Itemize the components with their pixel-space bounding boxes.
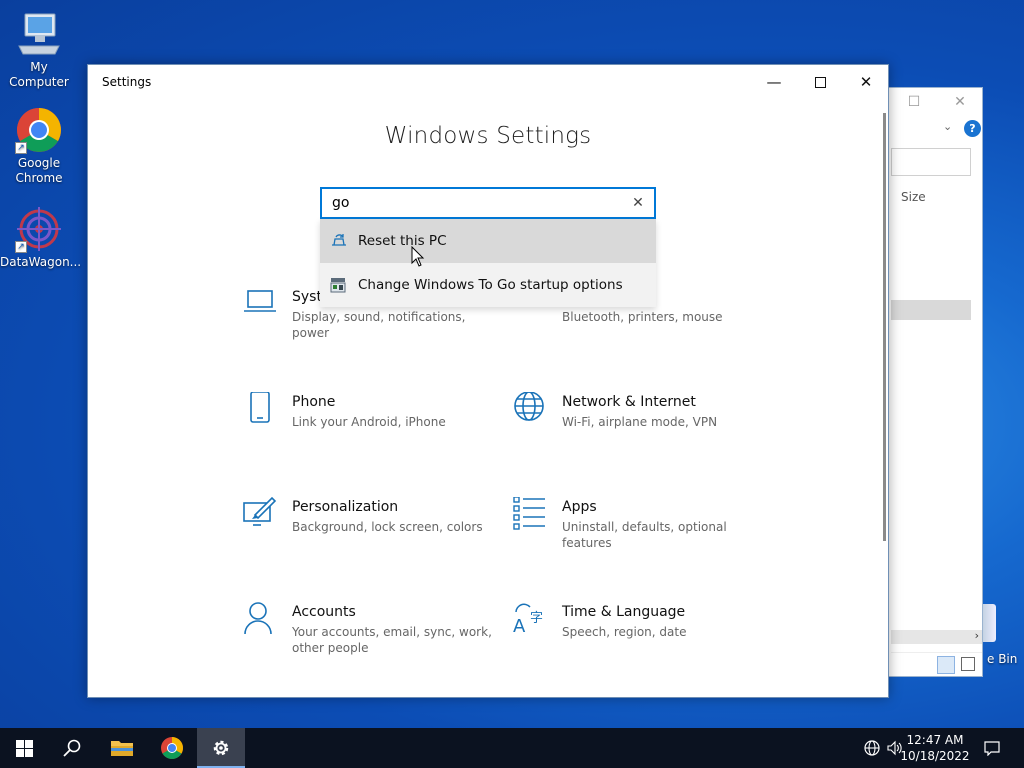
- apps-list-icon: [513, 497, 545, 530]
- category-title: Time & Language: [562, 604, 686, 620]
- desktop-icon-label: My Computer: [9, 60, 69, 89]
- chrome-icon: ↗: [15, 106, 63, 154]
- maximize-icon: [814, 77, 826, 88]
- category-title: Network & Internet: [562, 394, 696, 410]
- horizontal-scrollbar[interactable]: ›: [891, 629, 982, 644]
- mouse-cursor-icon: [411, 246, 425, 267]
- maximize-button[interactable]: [797, 65, 843, 99]
- windows-logo-icon: [15, 739, 33, 757]
- taskbar-file-explorer[interactable]: [98, 728, 146, 768]
- search-icon: [63, 739, 81, 757]
- computer-icon: [15, 10, 63, 58]
- datawagon-icon: ↗: [15, 205, 63, 253]
- person-icon: [244, 602, 272, 635]
- category-title: Apps: [562, 499, 597, 515]
- desktop-icon-google-chrome[interactable]: ↗ Google Chrome: [0, 106, 78, 186]
- suggestion-reset-this-pc[interactable]: Reset this PC: [320, 219, 656, 263]
- suggestion-label: Change Windows To Go startup options: [358, 277, 623, 293]
- gear-icon: [213, 740, 229, 756]
- help-icon[interactable]: ?: [964, 120, 981, 137]
- tray-notifications[interactable]: [978, 728, 1006, 768]
- desktop-icon-my-computer[interactable]: My Computer: [0, 10, 78, 90]
- minimize-button[interactable]: —: [751, 65, 797, 99]
- settings-titlebar[interactable]: Settings — ✕: [88, 65, 888, 99]
- recycle-bin-label: e Bin: [987, 652, 1018, 666]
- taskbar-clock[interactable]: 12:47 AM 10/18/2022: [900, 732, 970, 764]
- category-description: Wi-Fi, airplane mode, VPN: [562, 415, 718, 429]
- category-time-language[interactable]: A 字 Time & Language Speech, region, date: [513, 602, 763, 672]
- tray-network[interactable]: [860, 728, 884, 768]
- close-icon[interactable]: ✕: [945, 92, 975, 112]
- selected-row[interactable]: [891, 300, 971, 320]
- settings-window[interactable]: Settings — ✕ Windows Settings ✕ Reset th…: [87, 64, 889, 698]
- chrome-icon: [161, 737, 183, 759]
- page-title: Windows Settings: [384, 123, 592, 149]
- suggestion-windows-to-go[interactable]: Change Windows To Go startup options: [320, 263, 656, 307]
- globe-icon: [514, 392, 544, 421]
- clock-time: 12:47 AM: [906, 733, 964, 747]
- network-globe-icon: [864, 740, 880, 756]
- column-header-size[interactable]: Size: [891, 188, 982, 208]
- settings-scrollbar[interactable]: [883, 113, 886, 541]
- category-description: Uninstall, defaults, optional features: [562, 520, 727, 550]
- settings-search-input[interactable]: [332, 193, 622, 213]
- category-personalization[interactable]: Personalization Background, lock screen,…: [243, 497, 493, 567]
- clock-date: 10/18/2022: [900, 749, 970, 763]
- details-view-icon[interactable]: [937, 656, 955, 674]
- category-description: Background, lock screen, colors: [292, 520, 483, 534]
- laptop-icon: [244, 290, 276, 312]
- category-apps[interactable]: Apps Uninstall, defaults, optional featu…: [513, 497, 763, 567]
- paint-monitor-icon: [243, 497, 277, 526]
- clear-search-icon[interactable]: ✕: [628, 193, 648, 213]
- large-icons-view-icon[interactable]: [961, 657, 975, 671]
- search-button[interactable]: [48, 728, 96, 768]
- desktop-icon-label: Google Chrome: [15, 156, 63, 185]
- chevron-right-icon[interactable]: ›: [975, 629, 979, 642]
- maximize-icon[interactable]: ☐: [899, 92, 929, 112]
- close-button[interactable]: ✕: [843, 65, 888, 99]
- svg-text:A: A: [513, 616, 526, 636]
- category-title: Phone: [292, 394, 336, 410]
- shortcut-arrow-icon: ↗: [15, 142, 27, 154]
- category-title: Personalization: [292, 499, 399, 515]
- phone-icon: [250, 392, 270, 423]
- background-search-input[interactable]: [891, 148, 971, 176]
- category-phone[interactable]: Phone Link your Android, iPhone: [243, 392, 493, 462]
- taskbar-chrome[interactable]: [148, 728, 196, 768]
- notification-icon: [984, 741, 1000, 756]
- windows-to-go-icon: [330, 278, 346, 293]
- category-description: Display, sound, notifications, power: [292, 310, 466, 340]
- desktop-icon-datawagon[interactable]: ↗ DataWagon...: [0, 205, 82, 270]
- shortcut-arrow-icon: ↗: [15, 241, 27, 253]
- category-description: Link your Android, iPhone: [292, 415, 446, 429]
- taskbar-settings[interactable]: [197, 728, 245, 768]
- category-accounts[interactable]: Accounts Your accounts, email, sync, wor…: [243, 602, 493, 672]
- chevron-down-icon[interactable]: ⌄: [943, 120, 952, 133]
- category-description: Bluetooth, printers, mouse: [562, 310, 723, 324]
- taskbar: 12:47 AM 10/18/2022: [0, 728, 1024, 768]
- category-network-internet[interactable]: Network & Internet Wi-Fi, airplane mode,…: [513, 392, 763, 462]
- category-title: Accounts: [292, 604, 356, 620]
- suggestion-label: Reset this PC: [358, 233, 447, 249]
- category-description: Speech, region, date: [562, 625, 687, 639]
- start-button[interactable]: [0, 728, 48, 768]
- status-bar: [891, 652, 982, 676]
- desktop-icon-label: DataWagon...: [0, 255, 82, 269]
- window-title: Settings: [102, 75, 152, 89]
- folder-icon: [111, 741, 133, 756]
- svg-text:字: 字: [530, 611, 543, 626]
- category-description: Your accounts, email, sync, work, other …: [292, 625, 492, 655]
- time-language-icon: A 字: [513, 603, 543, 636]
- settings-search-box[interactable]: ✕: [320, 187, 656, 219]
- reset-pc-icon: [332, 234, 346, 246]
- search-suggestions: Reset this PC Change Windows To Go start…: [320, 219, 656, 307]
